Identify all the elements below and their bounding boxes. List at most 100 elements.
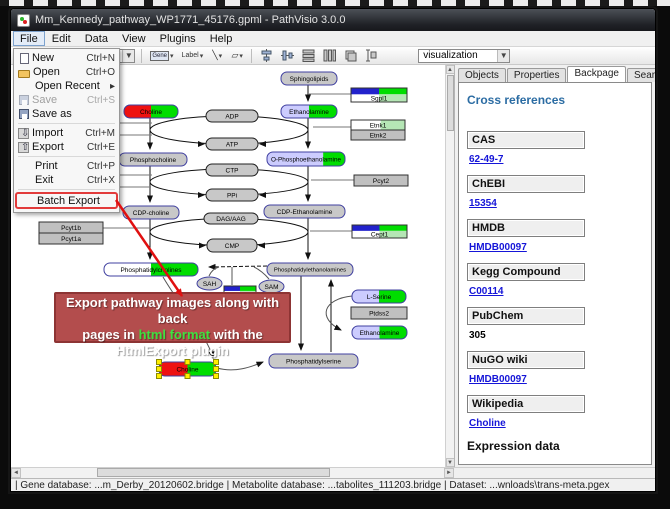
titlebar[interactable]: Mm_Kennedy_pathway_WP1771_45176.gpml - P… — [11, 9, 655, 31]
selection-handle[interactable] — [214, 367, 219, 372]
menu-separator — [18, 123, 115, 124]
scroll-left-icon[interactable]: ◄ — [11, 468, 21, 478]
svg-text:CMP: CMP — [225, 243, 239, 250]
vertical-scroll-thumb[interactable] — [447, 75, 454, 131]
distribute-vertical-button[interactable] — [300, 48, 317, 63]
pathway-node-ethanolamine[interactable]: Ethanolamine — [352, 326, 407, 339]
pathway-node-cdp-ethanolamine[interactable]: CDP-Ethanolamine — [264, 205, 345, 218]
pathway-node-o-phosphoethanolamine[interactable]: O-Phosphoethanolamine — [267, 152, 345, 166]
annotation-callout: Export pathway images along with back pa… — [54, 292, 291, 343]
pathway-node-phosphatidylethanolamines[interactable]: Phosphatidylethanolamines — [267, 263, 353, 276]
visualization-combobox[interactable]: visualization ▼ — [418, 49, 510, 63]
draw-line-button[interactable]: ╲ ▾ — [209, 48, 225, 63]
pathway-node-atp[interactable]: ATP — [206, 138, 258, 150]
pathway-node-phosphatidylcholines[interactable]: Phosphatidylcholines — [104, 263, 198, 276]
svg-text:CDP-choline: CDP-choline — [133, 210, 170, 217]
align-middle-button[interactable] — [279, 48, 296, 63]
background-edge — [0, 0, 670, 6]
chevron-down-icon[interactable]: ▾ — [200, 52, 204, 60]
statusbar-text: | Gene database: ...m_Derby_20120602.bri… — [15, 480, 609, 491]
menubar-item-help[interactable]: Help — [203, 31, 240, 46]
pathway-node-l-serine[interactable]: L-Serine — [352, 290, 406, 303]
cross-reference-link[interactable]: 15354 — [469, 198, 643, 209]
scroll-right-icon[interactable]: ► — [444, 468, 454, 478]
backpage-section-title: CAS — [467, 131, 585, 149]
menubar-item-edit[interactable]: Edit — [45, 31, 78, 46]
pathway-node-sah[interactable]: SAH — [197, 277, 222, 290]
backpage-section-hmdb: HMDB HMDB00097 — [467, 219, 643, 253]
group-button[interactable] — [363, 48, 380, 63]
cross-reference-link[interactable]: HMDB00097 — [469, 242, 643, 253]
pathway-node-sgpl1[interactable]: Sgpl1 — [351, 88, 407, 102]
side-panel: ObjectsPropertiesBackpageSearchLegend Cr… — [454, 65, 655, 467]
selection-handle[interactable] — [157, 374, 162, 379]
menubar-item-data[interactable]: Data — [78, 31, 115, 46]
tab-objects[interactable]: Objects — [458, 68, 506, 82]
cross-reference-link[interactable]: C00114 — [469, 286, 643, 297]
menubar-item-file[interactable]: File — [13, 31, 45, 46]
pathway-node-ppi[interactable]: PPi — [206, 189, 258, 201]
selection-handle[interactable] — [185, 374, 190, 379]
canvas-vertical-scrollbar[interactable]: ▲ ▼ — [445, 65, 454, 467]
pathway-node-ethanolamine[interactable]: Ethanolamine — [281, 105, 337, 118]
menu-item-export[interactable]: ExportCtrl+E — [15, 140, 118, 154]
selection-handle[interactable] — [157, 360, 162, 365]
pathway-node-choline[interactable]: Choline — [157, 360, 219, 379]
add-label-button[interactable]: Label ▾ — [180, 48, 206, 63]
callout-line3: HtmlExport plugin — [116, 343, 229, 358]
selection-handle[interactable] — [214, 374, 219, 379]
selection-handle[interactable] — [214, 360, 219, 365]
menu-item-exit[interactable]: ExitCtrl+X — [15, 173, 118, 187]
pathway-node-ctp[interactable]: CTP — [206, 164, 258, 176]
chevron-down-icon[interactable]: ▾ — [239, 52, 243, 60]
pathway-node-pcyt2[interactable]: Pcyt2 — [354, 175, 408, 186]
menu-item-batch-export[interactable]: Batch Export — [15, 192, 118, 209]
menu-item-new[interactable]: NewCtrl+N — [15, 51, 118, 65]
tab-backpage[interactable]: Backpage — [567, 66, 625, 82]
horizontal-scroll-thumb[interactable] — [97, 468, 330, 477]
svg-text:DAG/AAG: DAG/AAG — [216, 216, 246, 223]
pathway-node-adp[interactable]: ADP — [206, 110, 258, 122]
pathway-node-sphingolipids[interactable]: Sphingolipids — [281, 72, 337, 85]
backpage-section-title: ChEBI — [467, 175, 585, 193]
pathway-node-choline[interactable]: Choline — [124, 105, 178, 118]
pathway-node-phosphocholine[interactable]: Phosphocholine — [119, 153, 187, 166]
cross-reference-link[interactable]: HMDB00097 — [469, 374, 643, 385]
pathway-node-etnk2[interactable]: Etnk2 — [351, 130, 405, 140]
pathway-node-etnk1[interactable]: Etnk1 — [351, 120, 405, 130]
cross-reference-link[interactable]: 62-49-7 — [469, 154, 643, 165]
menu-item-save-as[interactable]: Save as — [15, 107, 118, 121]
pathway-node-cdp-choline[interactable]: CDP-choline — [123, 206, 179, 219]
backpage-panel: Cross references CAS62-49-7ChEBI15354HMD… — [458, 82, 652, 465]
menu-item-open-recent[interactable]: Open Recent▸ — [15, 79, 118, 93]
pathway-node-dag-aag[interactable]: DAG/AAG — [204, 213, 258, 224]
menubar-item-view[interactable]: View — [115, 31, 153, 46]
chevron-down-icon[interactable]: ▼ — [497, 50, 509, 62]
tab-properties[interactable]: Properties — [507, 68, 567, 82]
menu-item-save[interactable]: SaveCtrl+S — [15, 93, 118, 107]
pathway-node-pcyt1b[interactable]: Pcyt1b — [39, 222, 103, 233]
stack-button[interactable] — [342, 48, 359, 63]
tab-search[interactable]: Search — [627, 68, 656, 82]
menu-item-print[interactable]: PrintCtrl+P — [15, 159, 118, 173]
add-gene-button[interactable]: Gene ▾ — [148, 48, 175, 63]
menubar-item-plugins[interactable]: Plugins — [153, 31, 203, 46]
pathway-node-pcyt1a[interactable]: Pcyt1a — [39, 233, 103, 244]
menu-item-open[interactable]: OpenCtrl+O — [15, 65, 118, 79]
backpage-section-title: HMDB — [467, 219, 585, 237]
pathway-node-cmp[interactable]: CMP — [207, 239, 257, 252]
selection-handle[interactable] — [185, 360, 190, 365]
distribute-horizontal-button[interactable] — [321, 48, 338, 63]
menu-item-import[interactable]: ImportCtrl+M — [15, 126, 118, 140]
align-center-button[interactable] — [258, 48, 275, 63]
chevron-down-icon[interactable]: ▼ — [122, 50, 134, 62]
chevron-down-icon[interactable]: ▾ — [219, 52, 223, 60]
pathway-node-ptdss2[interactable]: Ptdss2 — [351, 307, 407, 319]
chevron-down-icon[interactable]: ▾ — [170, 52, 174, 60]
draw-shape-button[interactable]: ▱ ▾ — [229, 48, 245, 63]
cross-reference-link[interactable]: Choline — [469, 418, 643, 429]
canvas-horizontal-scrollbar[interactable]: ◄ ► — [11, 468, 454, 478]
blank-icon — [18, 80, 32, 92]
pathway-node-cept1[interactable]: Cept1 — [352, 225, 407, 239]
selection-handle[interactable] — [157, 367, 162, 372]
